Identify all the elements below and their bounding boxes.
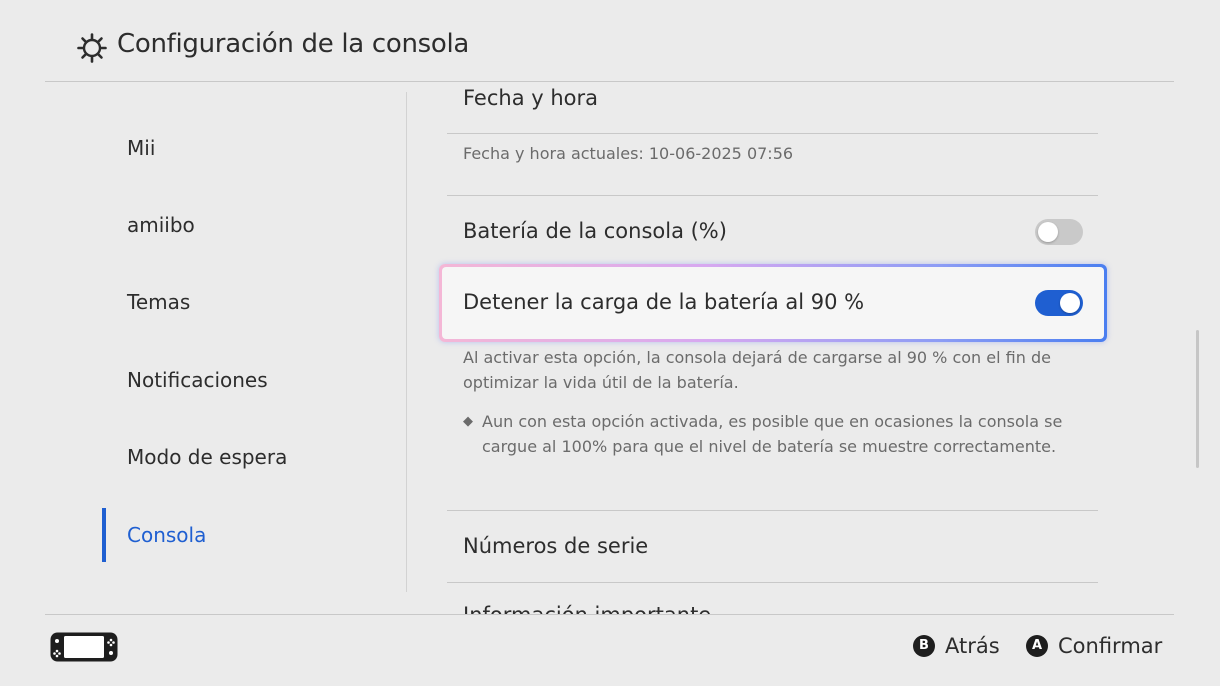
- scrollbar[interactable]: [1196, 330, 1199, 468]
- header: Configuración de la consola: [0, 0, 1220, 82]
- a-button-icon: A: [1026, 635, 1048, 657]
- divider: [447, 582, 1098, 583]
- confirm-button[interactable]: A Confirmar: [1026, 634, 1162, 658]
- important-info-item[interactable]: Información importante: [463, 603, 711, 614]
- stop-charge-item[interactable]: Detener la carga de la batería al 90 %: [439, 264, 1107, 342]
- b-button-icon: B: [913, 635, 935, 657]
- page-title: Configuración de la consola: [117, 29, 470, 59]
- settings-content[interactable]: Fecha y hora Fecha y hora actuales: 10-0…: [0, 82, 1220, 614]
- stop-charge-item-inner: Detener la carga de la batería al 90 %: [442, 267, 1104, 339]
- note-text: Aun con esta opción activada, es posible…: [482, 412, 1063, 456]
- battery-percent-toggle[interactable]: [1035, 219, 1083, 245]
- back-label: Atrás: [945, 634, 1000, 658]
- stop-charge-label: Detener la carga de la batería al 90 %: [463, 290, 865, 314]
- toggle-knob: [1060, 293, 1080, 313]
- diamond-bullet-icon: ◆: [463, 414, 473, 429]
- back-button[interactable]: B Atrás: [913, 634, 1000, 658]
- divider: [447, 510, 1098, 511]
- stop-charge-description: Al activar esta opción, la consola dejar…: [463, 348, 1051, 392]
- divider: [447, 195, 1098, 196]
- battery-percent-label: Batería de la consola (%): [463, 219, 727, 243]
- confirm-label: Confirmar: [1058, 634, 1163, 658]
- console-icon: [50, 632, 118, 662]
- serial-numbers-item[interactable]: Números de serie: [463, 534, 648, 558]
- footer: B Atrás A Confirmar: [0, 615, 1220, 686]
- date-time-item[interactable]: Fecha y hora: [463, 86, 598, 110]
- gear-icon: [77, 33, 107, 63]
- stop-charge-note: ◆ Aun con esta opción activada, es posib…: [463, 409, 1083, 459]
- stop-charge-toggle[interactable]: [1035, 290, 1083, 316]
- divider: [447, 133, 1098, 134]
- toggle-knob: [1038, 222, 1058, 242]
- current-date-time: Fecha y hora actuales: 10-06-2025 07:56: [463, 144, 794, 163]
